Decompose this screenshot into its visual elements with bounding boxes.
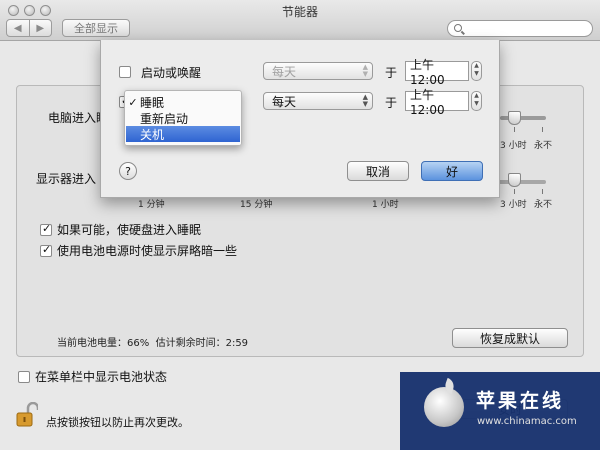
search-input[interactable]	[447, 20, 593, 37]
forward-arrow-icon: ▶	[36, 22, 45, 34]
show-all-button[interactable]: 全部显示	[62, 19, 130, 37]
startup-time-stepper[interactable]: ▲ ▼	[471, 61, 482, 81]
display-tick-never: 永不	[534, 200, 553, 210]
computer-sleep-slider-thumb[interactable]	[508, 111, 521, 125]
select-arrows-icon: ▲ ▼	[362, 93, 368, 108]
cancel-button[interactable]: 取消	[347, 161, 409, 181]
dim-display-label: 使用电池电源时使显示屏略暗一些	[57, 244, 238, 258]
computer-sleep-label: 电脑进入睡	[48, 111, 109, 125]
menu-item-label: 睡眠	[140, 95, 165, 110]
tick-mark	[514, 189, 515, 194]
dim-display-checkbox[interactable]	[40, 243, 52, 257]
computer-sleep-slider-track[interactable]	[500, 116, 546, 120]
lock-hint: 点按锁按钮以防止再次更改。	[46, 416, 189, 429]
action-time-stepper[interactable]: ▲ ▼	[471, 91, 482, 111]
lock-icon[interactable]	[16, 402, 38, 428]
title-bar: 节能器 ◀ ▶ 全部显示	[0, 0, 600, 41]
disk-sleep-option[interactable]: 如果可能，使硬盘进入睡眠	[40, 221, 201, 238]
startup-at-label: 于	[385, 66, 398, 80]
menubar-battery-label: 在菜单栏中显示电池状态	[35, 370, 168, 384]
battery-charge: 当前电池电量：66%	[57, 338, 150, 349]
window-title: 节能器	[281, 5, 318, 19]
menubar-battery-checkbox[interactable]	[18, 370, 30, 383]
startup-frequency-select[interactable]: 每天 ▲ ▼	[263, 62, 373, 80]
checkmark-icon: ✓	[128, 95, 138, 109]
disk-sleep-label: 如果可能，使硬盘进入睡眠	[57, 223, 202, 237]
tick-mark	[542, 127, 543, 132]
select-arrows-icon: ▲ ▼	[362, 63, 368, 78]
action-frequency-select[interactable]: 每天 ▲ ▼	[263, 92, 373, 110]
watermark-title: 苹果在线	[476, 390, 565, 412]
watermark: 苹果在线 www.chinamac.com	[400, 372, 600, 450]
menu-item-label: 重新启动	[140, 111, 189, 126]
computer-tick-never: 永不	[534, 141, 553, 151]
nav-buttons: ◀ ▶	[6, 19, 52, 37]
startup-wake-checkbox[interactable]	[119, 66, 131, 78]
action-at-label: 于	[385, 96, 398, 110]
tick-mark	[542, 189, 543, 194]
menu-item-shutdown[interactable]: 关机	[126, 126, 240, 142]
restore-defaults-button[interactable]: 恢复成默认	[452, 328, 568, 348]
back-arrow-icon: ◀	[13, 22, 22, 34]
ok-button[interactable]: 好	[421, 161, 483, 181]
time-remaining: 估计剩余时间：2:59	[155, 338, 249, 349]
search-icon	[454, 24, 462, 32]
action-time-field[interactable]: 上午12:00	[405, 88, 469, 117]
forward-button[interactable]: ▶	[29, 19, 52, 37]
display-sleep-label: 显示器进入	[36, 172, 97, 186]
display-tick-1m: 1 分钟	[138, 200, 165, 210]
tick-mark	[514, 127, 515, 132]
menu-item-sleep[interactable]: ✓ 睡眠	[126, 94, 240, 110]
menu-item-label: 关机	[140, 127, 165, 142]
startup-time-field[interactable]: 上午12:00	[405, 58, 469, 87]
back-button[interactable]: ◀	[6, 19, 30, 37]
startup-frequency-value: 每天	[272, 64, 297, 79]
startup-wake-label: 启动或唤醒	[141, 66, 202, 80]
action-frequency-value: 每天	[272, 94, 297, 109]
computer-tick-3h: 3 小时	[500, 141, 527, 151]
disk-sleep-checkbox[interactable]	[40, 222, 52, 236]
action-menu: ✓ 睡眠 重新启动 关机	[124, 90, 242, 146]
battery-status: 当前电池电量：66% 估计剩余时间：2:59	[57, 334, 248, 349]
apple-logo-icon	[424, 387, 464, 427]
display-tick-15m: 15 分钟	[240, 200, 273, 210]
menu-item-restart[interactable]: 重新启动	[126, 110, 240, 126]
dim-display-option[interactable]: 使用电池电源时使显示屏略暗一些	[40, 242, 237, 259]
display-tick-1h: 1 小时	[372, 200, 399, 210]
display-sleep-slider-thumb[interactable]	[508, 173, 521, 187]
watermark-url: www.chinamac.com	[477, 416, 577, 427]
display-tick-3h: 3 小时	[500, 200, 527, 210]
help-button[interactable]: ?	[119, 162, 137, 180]
menubar-battery-option[interactable]: 在菜单栏中显示电池状态	[18, 368, 167, 385]
